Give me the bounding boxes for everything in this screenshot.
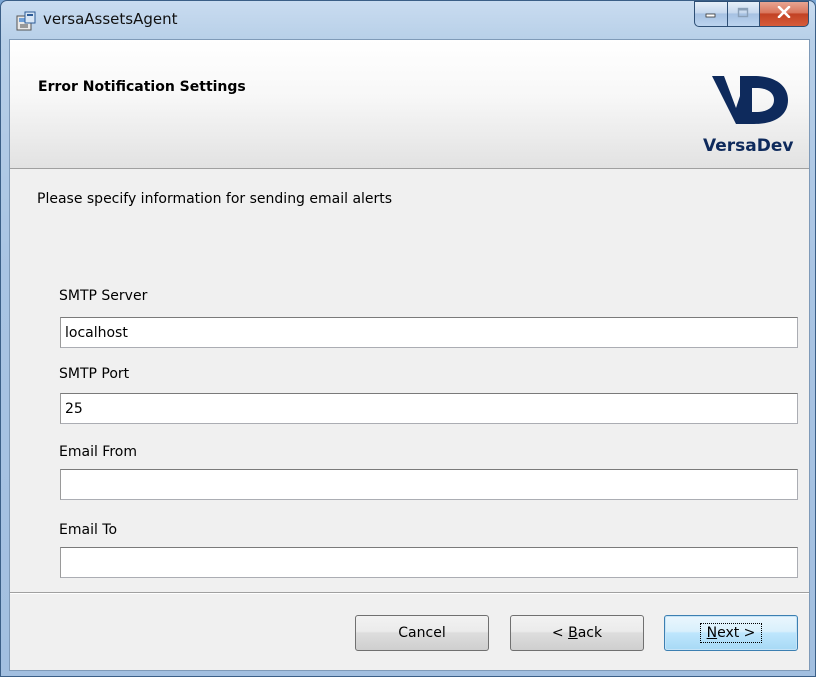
title-bar[interactable]: versaAssetsAgent xyxy=(1,1,816,39)
window-frame: versaAssetsAgent Error Notification Sett… xyxy=(0,0,816,677)
cancel-button[interactable]: Cancel xyxy=(355,615,489,651)
back-button-label: < Back xyxy=(551,625,603,641)
installer-icon xyxy=(15,10,37,32)
logo-wordmark: VersaDev xyxy=(703,136,794,156)
next-button-label: Next > xyxy=(699,623,763,643)
maximize-icon xyxy=(737,6,750,22)
window-title: versaAssetsAgent xyxy=(43,10,178,28)
email-to-label: Email To xyxy=(59,522,118,538)
instructions-text: Please specify information for sending e… xyxy=(37,191,393,207)
back-button[interactable]: < Back xyxy=(510,615,644,651)
smtp-server-input[interactable] xyxy=(60,317,798,348)
close-button[interactable] xyxy=(759,1,809,27)
page-title: Error Notification Settings xyxy=(38,79,246,95)
email-to-input[interactable] xyxy=(60,547,798,578)
cancel-button-label: Cancel xyxy=(398,625,446,641)
minimize-icon xyxy=(705,6,717,22)
footer-separator xyxy=(10,592,809,594)
versadev-logo-icon xyxy=(710,74,790,126)
caption-buttons xyxy=(694,1,809,29)
minimize-button[interactable] xyxy=(694,1,727,27)
next-button[interactable]: Next > xyxy=(664,615,798,651)
dialog-client-area: Error Notification Settings VersaDev Ple… xyxy=(9,39,810,671)
email-from-input[interactable] xyxy=(60,469,798,500)
smtp-port-input[interactable] xyxy=(60,393,798,424)
close-icon xyxy=(777,5,791,22)
email-from-label: Email From xyxy=(59,444,137,460)
smtp-server-label: SMTP Server xyxy=(59,288,148,304)
maximize-button[interactable] xyxy=(727,1,759,27)
header-banner: Error Notification Settings VersaDev xyxy=(10,40,809,169)
smtp-port-label: SMTP Port xyxy=(59,366,130,382)
